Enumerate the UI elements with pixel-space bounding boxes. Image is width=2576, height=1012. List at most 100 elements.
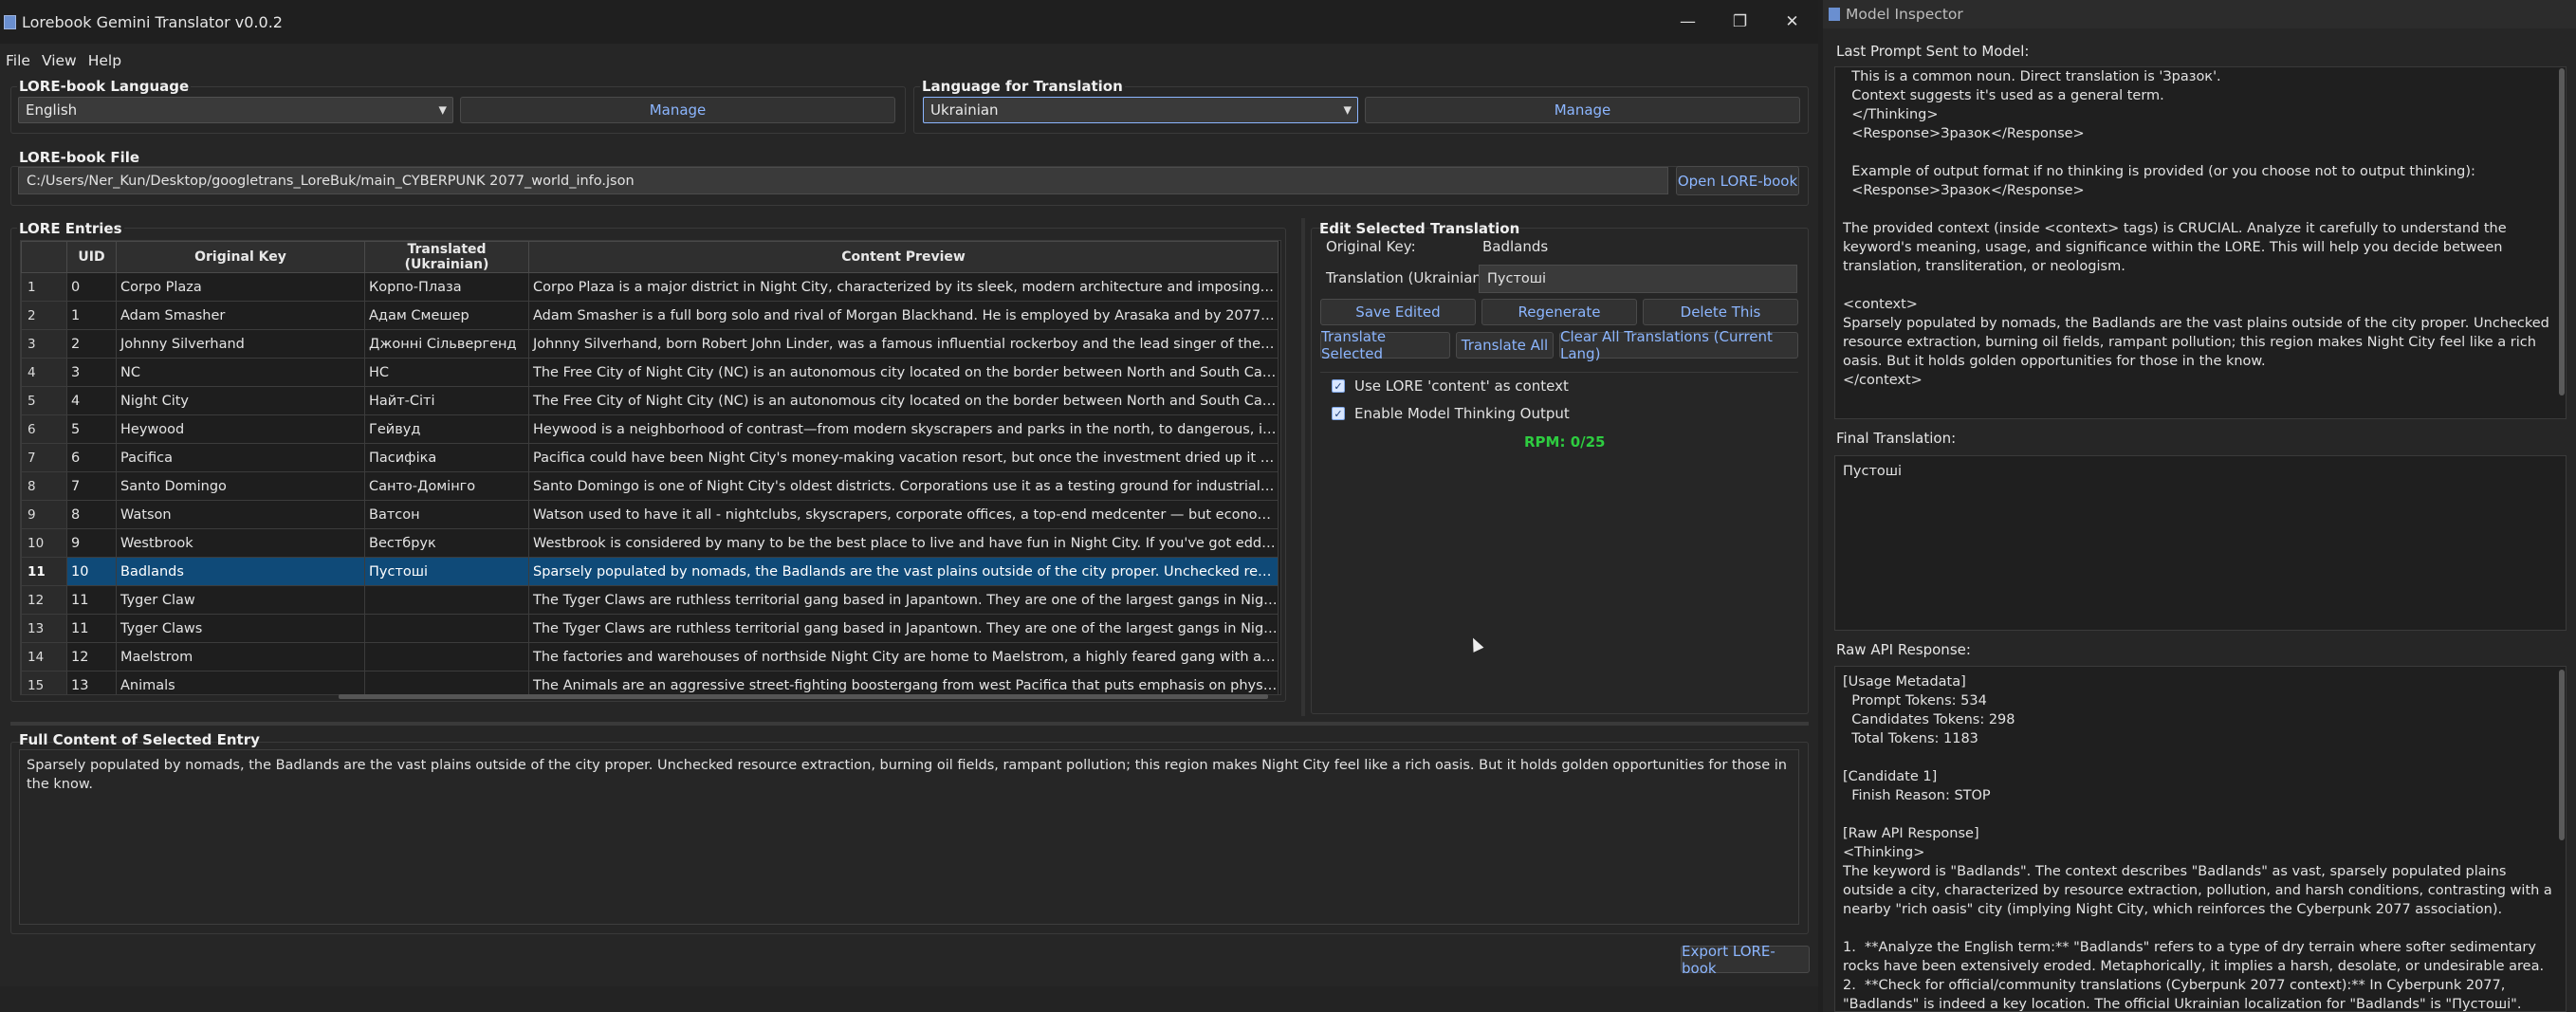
content-preview-cell[interactable]: Adam Smasher is a full borg solo and riv…	[528, 301, 1279, 330]
row-number[interactable]: 11	[21, 557, 67, 586]
content-preview-cell[interactable]: The factories and warehouses of northsid…	[528, 642, 1279, 672]
row-number[interactable]: 5	[21, 386, 67, 415]
target-language-select[interactable]: Ukrainian ▼	[923, 97, 1358, 123]
final-translation-text[interactable]: Пустоші	[1834, 455, 2567, 631]
column-header[interactable]: UID	[66, 241, 117, 273]
uid-cell[interactable]: 0	[66, 272, 117, 302]
enable-thinking-checkbox[interactable]: ✓	[1332, 407, 1345, 420]
uid-cell[interactable]: 6	[66, 443, 117, 472]
regenerate-button[interactable]: Regenerate	[1481, 299, 1637, 325]
target-manage-button[interactable]: Manage	[1365, 97, 1800, 123]
original-key-cell[interactable]: Pacifica	[116, 443, 365, 472]
uid-cell[interactable]: 11	[66, 585, 117, 615]
table-row[interactable]: 3 2 Johnny Silverhand Джонні Сільвергенд Joh…	[21, 329, 1279, 359]
open-lorebook-button[interactable]: Open LORE-book	[1676, 166, 1799, 195]
table-row[interactable]: 9 8 Watson Ватсон Watson used to have it all…	[21, 500, 1279, 529]
content-preview-cell[interactable]: Westbrook is considered by many to be th…	[528, 528, 1279, 558]
uid-cell[interactable]: 13	[66, 671, 117, 694]
minimize-button[interactable]: —	[1662, 0, 1714, 44]
content-preview-cell[interactable]: The Tyger Claws are ruthless territorial…	[528, 585, 1279, 615]
table-horizontal-scrollbar[interactable]	[339, 694, 1268, 699]
clear-all-translations-button[interactable]: Clear All Translations (Current Lang)	[1559, 328, 1798, 362]
table-row[interactable]: 8 7 Santo Domingo Санто-Домінго Santo Doming…	[21, 471, 1279, 501]
content-preview-cell[interactable]: Watson used to have it all - nightclubs,…	[528, 500, 1279, 529]
full-content-text[interactable]: Sparsely populated by nomads, the Badlan…	[19, 749, 1799, 925]
close-button[interactable]: ✕	[1766, 0, 1818, 44]
row-number[interactable]: 9	[21, 500, 67, 529]
original-key-cell[interactable]: Adam Smasher	[116, 301, 365, 330]
menu-file[interactable]: File	[0, 52, 36, 69]
uid-cell[interactable]: 2	[66, 329, 117, 359]
original-key-cell[interactable]: Westbrook	[116, 528, 365, 558]
content-preview-cell[interactable]: The Tyger Claws are ruthless territorial…	[528, 614, 1279, 643]
row-number[interactable]: 6	[21, 414, 67, 444]
content-preview-cell[interactable]: The Free City of Night City (NC) is an a…	[528, 386, 1279, 415]
uid-cell[interactable]: 12	[66, 642, 117, 672]
uid-cell[interactable]: 3	[66, 358, 117, 387]
source-language-select[interactable]: English ▼	[18, 97, 453, 123]
translated-cell[interactable]: Найт-Сіті	[364, 386, 529, 415]
table-row[interactable]: 10 9 Westbrook Вестбрук Westbrook is conside…	[21, 528, 1279, 558]
original-key-cell[interactable]: Tyger Claws	[116, 614, 365, 643]
translated-cell[interactable]: Пасифіка	[364, 443, 529, 472]
table-row[interactable]: 14 12 Maelstrom The factories and warehouse…	[21, 642, 1279, 672]
column-header[interactable]	[21, 241, 67, 273]
row-number[interactable]: 2	[21, 301, 67, 330]
original-key-cell[interactable]: Watson	[116, 500, 365, 529]
uid-cell[interactable]: 11	[66, 614, 117, 643]
row-number[interactable]: 10	[21, 528, 67, 558]
row-number[interactable]: 14	[21, 642, 67, 672]
source-manage-button[interactable]: Manage	[460, 97, 895, 123]
translated-cell[interactable]	[364, 642, 529, 672]
use-context-checkbox[interactable]: ✓	[1332, 379, 1345, 393]
original-key-cell[interactable]: Maelstrom	[116, 642, 365, 672]
table-row[interactable]: 12 11 Tyger Claw The Tyger Claws are ruthle…	[21, 585, 1279, 615]
uid-cell[interactable]: 4	[66, 386, 117, 415]
table-row[interactable]: 1 0 Corpo Plaza Корпо-Плаза Corpo Plaza is a…	[21, 272, 1279, 302]
prompt-scrollbar[interactable]	[2559, 68, 2565, 396]
original-key-cell[interactable]: NC	[116, 358, 365, 387]
translated-cell[interactable]: Джонні Сільвергенд	[364, 329, 529, 359]
row-number[interactable]: 13	[21, 614, 67, 643]
row-number[interactable]: 12	[21, 585, 67, 615]
translated-cell[interactable]: Ватсон	[364, 500, 529, 529]
original-key-cell[interactable]: Heywood	[116, 414, 365, 444]
content-preview-cell[interactable]: The Free City of Night City (NC) is an a…	[528, 358, 1279, 387]
translated-cell[interactable]	[364, 671, 529, 694]
translated-cell[interactable]: Санто-Домінго	[364, 471, 529, 501]
uid-cell[interactable]: 5	[66, 414, 117, 444]
table-row[interactable]: 13 11 Tyger Claws The Tyger Claws are ruthl…	[21, 614, 1279, 643]
lorebook-path-field[interactable]: C:/Users/Ner_Kun/Desktop/googletrans_Lor…	[18, 167, 1668, 194]
translated-cell[interactable]: Вестбрук	[364, 528, 529, 558]
delete-this-button[interactable]: Delete This	[1643, 299, 1798, 325]
table-row[interactable]: 15 13 Animals The Animals are an aggressive…	[21, 671, 1279, 694]
export-lorebook-button[interactable]: Export LORE-book	[1681, 943, 1810, 977]
table-row[interactable]: 2 1 Adam Smasher Адам Смешер Adam Smasher is…	[21, 301, 1279, 330]
uid-cell[interactable]: 7	[66, 471, 117, 501]
translated-cell[interactable]	[364, 614, 529, 643]
table-row[interactable]: 11 10 Badlands Пустоші Sparsely populated by…	[21, 557, 1279, 586]
row-number[interactable]: 1	[21, 272, 67, 302]
vertical-splitter[interactable]	[10, 722, 1809, 726]
splitter-handle[interactable]	[1301, 218, 1305, 716]
original-key-cell[interactable]: Johnny Silverhand	[116, 329, 365, 359]
translated-cell[interactable]: Адам Смешер	[364, 301, 529, 330]
translate-all-button[interactable]: Translate All	[1456, 332, 1554, 359]
original-key-cell[interactable]: Santo Domingo	[116, 471, 365, 501]
translated-cell[interactable]: Гейвуд	[364, 414, 529, 444]
content-preview-cell[interactable]: Sparsely populated by nomads, the Badlan…	[528, 557, 1279, 586]
column-header[interactable]: Content Preview	[528, 241, 1279, 273]
uid-cell[interactable]: 1	[66, 301, 117, 330]
table-row[interactable]: 4 3 NC НС The Free City of Night City (NC) i…	[21, 358, 1279, 387]
row-number[interactable]: 15	[21, 671, 67, 694]
original-key-cell[interactable]: Corpo Plaza	[116, 272, 365, 302]
translated-cell[interactable]	[364, 585, 529, 615]
original-key-cell[interactable]: Animals	[116, 671, 365, 694]
last-prompt-text[interactable]: This is a common noun. Direct translatio…	[1834, 66, 2567, 419]
raw-api-response-text[interactable]: [Usage Metadata] Prompt Tokens: 534 Cand…	[1834, 666, 2567, 1012]
row-number[interactable]: 7	[21, 443, 67, 472]
content-preview-cell[interactable]: Heywood is a neighborhood of contrast—fr…	[528, 414, 1279, 444]
menu-view[interactable]: View	[36, 52, 83, 69]
content-preview-cell[interactable]: Santo Domingo is one of Night City's old…	[528, 471, 1279, 501]
translation-input[interactable]: Пустоші	[1479, 265, 1797, 293]
